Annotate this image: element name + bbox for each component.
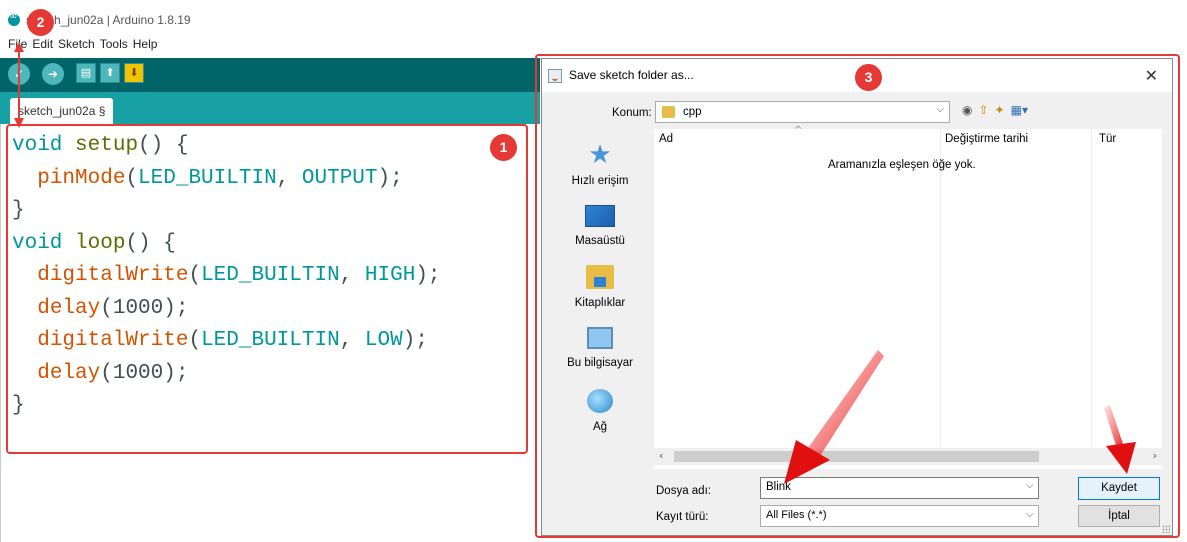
upload-button[interactable]: ➜ (42, 63, 64, 85)
menu-help[interactable]: Help (133, 37, 158, 51)
ide-tabbar: sketch_jun02a § (0, 92, 540, 124)
annotation-box-code (6, 124, 528, 454)
ide-toolbar: ✓ ➜ ▤ ⬆ ⬇ (0, 58, 540, 92)
annotation-box-dialog (535, 54, 1180, 538)
open-arrow-up-icon: ⬆ (105, 66, 115, 79)
save-button[interactable]: ⬇ (124, 63, 144, 83)
badge-3: 3 (855, 64, 882, 91)
menu-file[interactable]: File (8, 37, 27, 51)
menu-edit[interactable]: Edit (32, 37, 53, 51)
open-button[interactable]: ⬆ (100, 63, 120, 83)
check-icon: ✓ (13, 67, 25, 81)
menu-bar: File Edit Sketch Tools Help (8, 37, 157, 51)
new-button[interactable]: ▤ (76, 63, 96, 83)
save-arrow-down-icon: ⬇ (129, 66, 139, 79)
verify-button[interactable]: ✓ (8, 63, 30, 85)
badge-1: 1 (490, 134, 517, 161)
menu-tools[interactable]: Tools (100, 37, 128, 51)
new-file-icon: ▤ (80, 66, 92, 79)
sketch-tab[interactable]: sketch_jun02a § (10, 98, 114, 124)
arduino-logo-icon (8, 11, 20, 26)
badge-2: 2 (27, 9, 54, 36)
menu-sketch[interactable]: Sketch (58, 37, 95, 51)
arrow-right-icon: ➜ (47, 67, 59, 81)
